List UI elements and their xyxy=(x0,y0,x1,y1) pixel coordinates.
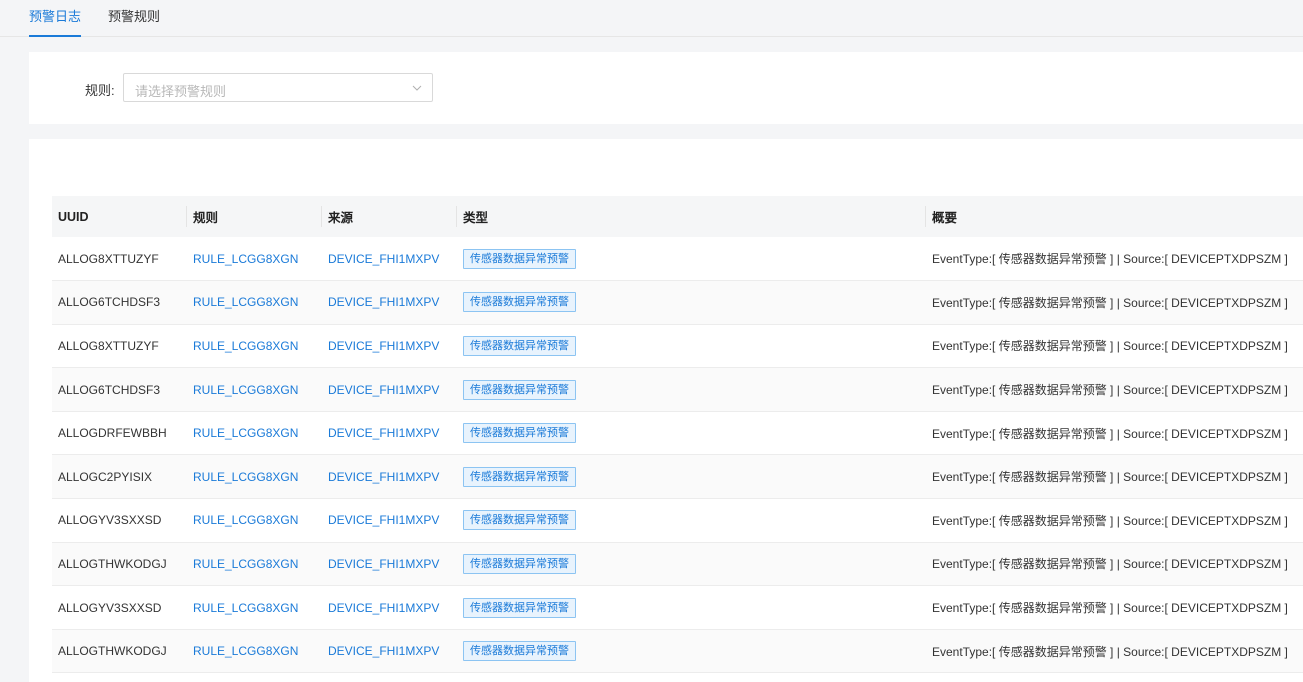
cell-summary: EventType:[ 传感器数据异常预警 ] | Source:[ DEVIC… xyxy=(932,557,1288,572)
rule-select-placeholder: 请选择预警规则 xyxy=(135,84,227,99)
table-row[interactable]: ALLOGYV3SXXSD RULE_LCGG8XGN DEVICE_FHI1MXP… xyxy=(52,499,1303,543)
cell-summary: EventType:[ 传感器数据异常预警 ] | Source:[ DEVIC… xyxy=(932,644,1288,659)
type-badge: 传感器数据异常预警 xyxy=(463,641,576,662)
cell-rule-link[interactable]: RULE_LCGG8XGN xyxy=(187,586,322,630)
cell-summary: EventType:[ 传感器数据异常预警 ] | Source:[ DEVIC… xyxy=(932,470,1288,485)
cell-type: 传感器数据异常预警 xyxy=(457,411,926,455)
cell-summary: EventType:[ 传感器数据异常预警 ] | Source:[ DEVIC… xyxy=(932,513,1288,528)
cell-uuid: ALLOGC2PYISIX xyxy=(58,469,153,484)
type-badge: 传感器数据异常预警 xyxy=(463,248,576,269)
table-row[interactable]: ALLOG8XTTUZYF RULE_LCGG8XGN DEVICE_FHI1MXP… xyxy=(52,324,1303,368)
cell-rule-link[interactable]: RULE_LCGG8XGN xyxy=(187,542,322,586)
cell-rule-link[interactable]: RULE_LCGG8XGN xyxy=(187,411,322,455)
cell-source-link[interactable]: DEVICE_FHI1MXPV xyxy=(322,411,457,455)
table-panel: UUID 规则 来源 类型 概要 ALLOG8XTTUZYF RULE_LCGG8… xyxy=(29,139,1303,682)
cell-source-link[interactable]: DEVICE_FHI1MXPV xyxy=(322,237,457,281)
filter-panel: 规则: 请选择预警规则 xyxy=(29,52,1303,124)
table-row[interactable]: ALLOG6TCHDSF3 RULE_LCGG8XGN DEVICE_FHI1MXP… xyxy=(52,280,1303,325)
cell-source-link[interactable]: DEVICE_FHI1MXPV xyxy=(322,629,457,673)
tab-alert-rules[interactable]: 预警规则 xyxy=(108,0,160,37)
column-header-rule: 规则 xyxy=(187,196,322,237)
cell-summary: EventType:[ 传感器数据异常预警 ] | Source:[ DEVIC… xyxy=(932,383,1288,398)
column-header-uuid: UUID xyxy=(52,196,187,237)
cell-summary: EventType:[ 传感器数据异常预警 ] | Source:[ DEVIC… xyxy=(932,601,1288,616)
cell-uuid: ALLOGTHWKODGJ xyxy=(58,556,167,571)
table-row[interactable]: ALLOGC2PYISIX RULE_LCGG8XGN DEVICE_FHI1MXP… xyxy=(52,454,1303,499)
table-row[interactable]: ALLOGDRFEWBBH RULE_LCGG8XGN DEVICE_FHI1MXP… xyxy=(52,411,1303,455)
type-badge: 传感器数据异常预警 xyxy=(463,379,576,400)
cell-source-link[interactable]: DEVICE_FHI1MXPV xyxy=(322,281,457,325)
cell-summary: EventType:[ 传感器数据异常预警 ] | Source:[ DEVIC… xyxy=(932,339,1288,354)
cell-rule-link[interactable]: RULE_LCGG8XGN xyxy=(187,281,322,325)
alert-log-table: UUID 规则 来源 类型 概要 ALLOG8XTTUZYF RULE_LCGG8… xyxy=(52,196,1303,673)
type-badge: 传感器数据异常预警 xyxy=(463,292,576,313)
cell-uuid: ALLOG6TCHDSF3 xyxy=(58,382,161,397)
cell-source-link[interactable]: DEVICE_FHI1MXPV xyxy=(322,499,457,543)
cell-source-link[interactable]: DEVICE_FHI1MXPV xyxy=(322,455,457,499)
cell-rule-link[interactable]: RULE_LCGG8XGN xyxy=(187,499,322,543)
column-header-type: 类型 xyxy=(457,196,926,237)
cell-rule-link[interactable]: RULE_LCGG8XGN xyxy=(187,237,322,281)
tab-bar: 预警日志 预警规则 xyxy=(0,0,1303,37)
rule-select[interactable]: 请选择预警规则 xyxy=(123,73,433,102)
rule-filter-label: 规则: xyxy=(85,83,115,98)
tab-alert-log[interactable]: 预警日志 xyxy=(29,0,81,37)
table-row[interactable]: ALLOGTHWKODGJ RULE_LCGG8XGN DEVICE_FHI1MXP… xyxy=(52,629,1303,673)
table-row[interactable]: ALLOG8XTTUZYF RULE_LCGG8XGN DEVICE_FHI1MXP… xyxy=(52,237,1303,281)
cell-summary: EventType:[ 传感器数据异常预警 ] | Source:[ DEVIC… xyxy=(932,426,1288,441)
cell-uuid: ALLOGTHWKODGJ xyxy=(58,644,167,659)
cell-type: 传感器数据异常预警 xyxy=(457,281,926,325)
cell-source-link[interactable]: DEVICE_FHI1MXPV xyxy=(322,542,457,586)
type-badge: 传感器数据异常预警 xyxy=(463,335,576,356)
cell-type: 传感器数据异常预警 xyxy=(457,542,926,586)
cell-type: 传感器数据异常预警 xyxy=(457,324,926,368)
cell-rule-link[interactable]: RULE_LCGG8XGN xyxy=(187,629,322,673)
cell-uuid: ALLOG6TCHDSF3 xyxy=(58,295,161,310)
cell-source-link[interactable]: DEVICE_FHI1MXPV xyxy=(322,368,457,412)
cell-rule-link[interactable]: RULE_LCGG8XGN xyxy=(187,368,322,412)
table-header-row: UUID 规则 来源 类型 概要 xyxy=(52,196,1303,237)
type-badge: 传感器数据异常预警 xyxy=(463,466,576,487)
type-badge: 传感器数据异常预警 xyxy=(463,510,576,531)
cell-summary: EventType:[ 传感器数据异常预警 ] | Source:[ DEVIC… xyxy=(932,252,1288,267)
cell-type: 传感器数据异常预警 xyxy=(457,368,926,412)
chevron-down-icon xyxy=(412,85,422,91)
table-row[interactable]: ALLOG6TCHDSF3 RULE_LCGG8XGN DEVICE_FHI1MXP… xyxy=(52,367,1303,412)
cell-type: 传感器数据异常预警 xyxy=(457,629,926,673)
cell-type: 传感器数据异常预警 xyxy=(457,499,926,543)
cell-uuid: ALLOGYV3SXXSD xyxy=(58,513,162,528)
table-row[interactable]: ALLOGYV3SXXSD RULE_LCGG8XGN DEVICE_FHI1MXP… xyxy=(52,586,1303,630)
type-badge: 传感器数据异常预警 xyxy=(463,423,576,444)
type-badge: 传感器数据异常预警 xyxy=(463,553,576,574)
column-header-source: 来源 xyxy=(322,196,457,237)
cell-uuid: ALLOG8XTTUZYF xyxy=(58,338,159,353)
cell-source-link[interactable]: DEVICE_FHI1MXPV xyxy=(322,586,457,630)
cell-uuid: ALLOGDRFEWBBH xyxy=(58,426,167,441)
cell-uuid: ALLOGYV3SXXSD xyxy=(58,600,162,615)
cell-rule-link[interactable]: RULE_LCGG8XGN xyxy=(187,455,322,499)
type-badge: 传感器数据异常预警 xyxy=(463,597,576,618)
cell-rule-link[interactable]: RULE_LCGG8XGN xyxy=(187,324,322,368)
cell-type: 传感器数据异常预警 xyxy=(457,237,926,281)
cell-type: 传感器数据异常预警 xyxy=(457,455,926,499)
cell-type: 传感器数据异常预警 xyxy=(457,586,926,630)
column-header-summary: 概要 xyxy=(932,211,958,225)
cell-summary: EventType:[ 传感器数据异常预警 ] | Source:[ DEVIC… xyxy=(932,295,1288,310)
cell-uuid: ALLOG8XTTUZYF xyxy=(58,251,159,266)
table-row[interactable]: ALLOGTHWKODGJ RULE_LCGG8XGN DEVICE_FHI1MXP… xyxy=(52,542,1303,586)
cell-source-link[interactable]: DEVICE_FHI1MXPV xyxy=(322,324,457,368)
